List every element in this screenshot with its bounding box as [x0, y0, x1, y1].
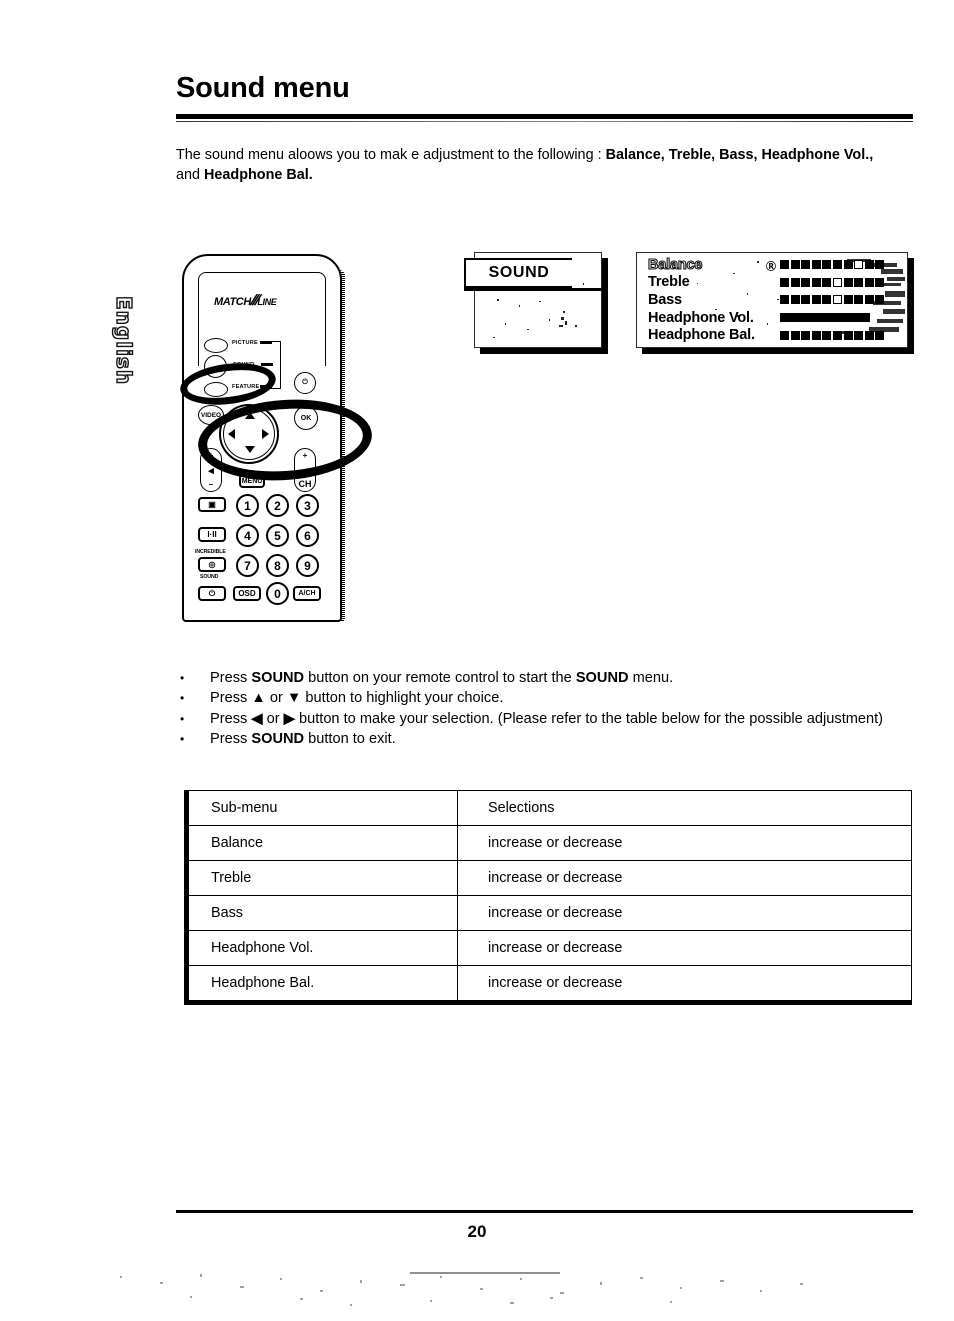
footer-divider: [176, 1210, 913, 1213]
table-row: Balance increase or decrease: [186, 825, 912, 861]
table-cell-selection: increase or decrease: [457, 860, 912, 896]
table-header-selections: Selections: [457, 790, 912, 826]
list-item: • Press ◀ or ▶ button to make your selec…: [176, 709, 916, 729]
picture-mode-label: PICTURE: [232, 340, 258, 346]
language-tab: English: [111, 295, 136, 386]
osd-menu-label-headphone-vol: Headphone Vol.: [648, 309, 754, 326]
osd-sound-title: SOUND: [488, 264, 550, 281]
list-item: • Press SOUND button to exit.: [176, 729, 916, 749]
table-cell-submenu: Bass: [186, 895, 458, 931]
osd-menu-item-headphone-bal[interactable]: Headphone Bal.: [642, 326, 908, 344]
table-cell-submenu: Treble: [186, 860, 458, 896]
table-header-sub-menu: Sub-menu: [186, 790, 458, 826]
title-divider-thin: [176, 121, 913, 122]
keypad-button-3[interactable]: 3: [296, 494, 319, 517]
table-cell-submenu: Headphone Bal.: [186, 965, 458, 1003]
table-cell-submenu: Balance: [186, 825, 458, 861]
incredible-sound-caption-bottom: SOUND: [200, 574, 219, 580]
page-number: 20: [467, 1222, 487, 1241]
brand-logo-right: LINE: [257, 297, 277, 307]
list-item: • Press SOUND button on your remote cont…: [176, 668, 916, 688]
osd-menu-item-bass[interactable]: Bass: [642, 291, 908, 309]
list-item: • Press ▲ or ▼ button to highlight your …: [176, 688, 916, 708]
table-row: Headphone Bal. increase or decrease: [186, 965, 912, 1003]
bullet-marker: •: [180, 691, 185, 706]
dual-sound-label: I·II: [207, 530, 217, 539]
bullet-marker: •: [180, 711, 185, 726]
table-cell-selection: increase or decrease: [457, 965, 912, 1003]
osd-level-bar-headphone-bal: [780, 330, 885, 340]
table-row: Treble increase or decrease: [186, 860, 912, 896]
table-header-row: Sub-menu Selections: [186, 790, 912, 826]
keypad-button-4[interactable]: 4: [236, 524, 259, 547]
incredible-sound-caption-top: INCREDIBLE: [195, 549, 226, 555]
instruction-text-3: Press ◀ or ▶ button to make your selecti…: [210, 710, 884, 727]
picture-mode-button[interactable]: [204, 338, 228, 353]
osd-level-bar-bass: [780, 295, 885, 305]
keypad-button-9[interactable]: 9: [296, 554, 319, 577]
power-button[interactable]: ⏻: [294, 372, 316, 394]
submenu-selection-table: Sub-menu Selections Balance increase or …: [184, 790, 912, 1005]
table-row: Bass increase or decrease: [186, 895, 912, 931]
intro-bold-second: Headphone Bal.: [204, 167, 313, 183]
intro-paragraph: The sound menu aloows you to mak e adjus…: [176, 145, 876, 185]
osd-button-label: OSD: [238, 589, 256, 598]
brand-logo-left: MATCH: [214, 296, 251, 308]
remote-control-illustration: MATCH///LINE PICTURE SOUND FEATURE ⏻ OK …: [176, 252, 375, 632]
title-divider: [176, 114, 913, 119]
document-page: English Sound menu The sound menu aloows…: [0, 0, 954, 1321]
instruction-text-1: Press SOUND button on your remote contro…: [210, 670, 674, 686]
table-row: Headphone Vol. increase or decrease: [186, 930, 912, 966]
table-cell-selection: increase or decrease: [457, 930, 912, 966]
brand-logo: MATCH///LINE: [214, 292, 277, 309]
keypad-button-5[interactable]: 5: [266, 524, 289, 547]
osd-sound-title-underline: [464, 288, 604, 291]
intro-mid: and: [176, 167, 205, 183]
incredible-sound-icon: ◎: [208, 560, 216, 569]
instruction-text-2: Press ▲ or ▼ button to highlight your ch…: [210, 690, 504, 707]
keypad-button-0[interactable]: 0: [266, 582, 289, 605]
incredible-sound-button[interactable]: ◎: [198, 557, 226, 572]
intro-lead: The sound menu aloows you to mak e adjus…: [176, 147, 606, 163]
scan-noise-artifact: [120, 1272, 803, 1306]
keypad-button-7[interactable]: 7: [236, 554, 259, 577]
power-icon: ⏻: [302, 379, 308, 386]
osd-menu-label-bass: Bass: [648, 291, 682, 308]
table-cell-submenu: Headphone Vol.: [186, 930, 458, 966]
osd-menu-label-headphone-bal: Headphone Bal.: [648, 327, 755, 344]
alternate-channel-label: A/CH: [298, 590, 316, 597]
table-body: Sub-menu Selections Balance increase or …: [186, 790, 912, 1003]
osd-level-bar-headphone-vol: [780, 313, 870, 323]
instruction-text-4: Press SOUND button to exit.: [210, 731, 396, 748]
bullet-marker: •: [180, 671, 185, 685]
osd-menu-label-balance: Balance: [647, 256, 703, 273]
dual-sound-button[interactable]: I·II: [198, 527, 226, 542]
table-cell-selection: increase or decrease: [457, 825, 912, 861]
keypad-button-8[interactable]: 8: [266, 554, 289, 577]
osd-button[interactable]: OSD: [233, 586, 261, 601]
alternate-channel-button[interactable]: A/CH: [293, 586, 321, 601]
osd-selection-marker-icon: Ⓡ: [766, 262, 776, 273]
osd-level-bar-treble: [780, 277, 885, 287]
table-cell-selection: increase or decrease: [457, 895, 912, 931]
screen-format-button[interactable]: ▣: [198, 497, 226, 512]
bullet-marker: •: [180, 732, 185, 747]
intro-bold-first: Balance, Treble, Bass, Headphone Vol.,: [605, 147, 874, 163]
keypad-button-2[interactable]: 2: [266, 494, 289, 517]
keypad-button-1[interactable]: 1: [236, 494, 259, 517]
keypad-button-6[interactable]: 6: [296, 524, 319, 547]
osd-level-bar-balance: [780, 260, 885, 270]
screen-format-icon: ▣: [208, 500, 216, 509]
osd-menu-item-headphone-vol[interactable]: Headphone Vol.: [642, 309, 908, 327]
standby-button[interactable]: ⏻: [198, 586, 226, 601]
osd-sound-title-box: SOUND: [464, 258, 572, 288]
instruction-list: • Press SOUND button on your remote cont…: [176, 668, 916, 750]
osd-menu-label-treble: Treble: [648, 274, 690, 291]
page-title: Sound menu: [176, 72, 350, 104]
channel-label: CH: [298, 479, 312, 489]
osd-menu-item-treble[interactable]: Treble: [642, 274, 908, 292]
standby-icon: ⏻: [208, 588, 216, 598]
volume-minus-label: –: [208, 480, 214, 489]
